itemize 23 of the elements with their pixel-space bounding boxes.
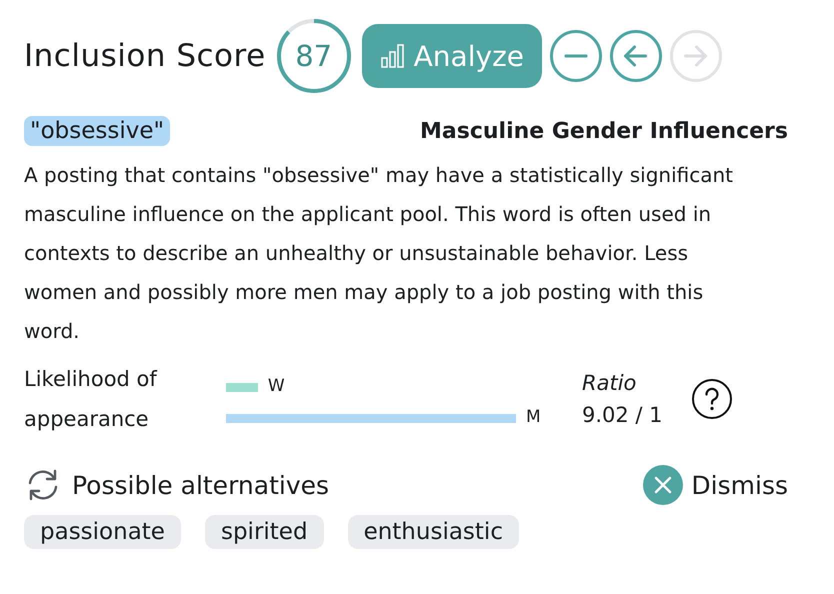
right-arrow-icon [684,45,708,67]
alternatives-heading: Possible alternatives [72,470,330,500]
alternative-chip[interactable]: enthusiastic [348,515,519,549]
dismiss-button[interactable]: Dismiss [643,465,788,505]
alternative-chip[interactable]: passionate [24,515,181,549]
left-arrow-icon [624,45,648,67]
help-icon[interactable] [690,378,733,420]
category-heading: Masculine Gender Influencers [420,118,788,144]
bar-label: W [268,375,285,397]
ratio-label: Ratio [582,370,638,397]
flagged-word: "obsessive" [24,116,170,146]
close-icon [643,465,684,505]
score-value: 87 [294,38,333,75]
description-text: A posting that contains "obsessive" may have a statistically significant masculine influence on the applicant pool. This word is often used in contexts to describe an unhealthy or unsustainable behavior. Less women and possibly more men may apply to a job posting with this word. [24,162,734,345]
ratio-value: 9.02 / 1 [582,402,663,429]
previous-button[interactable] [610,30,662,82]
bar-label: M [526,406,541,428]
likelihood-label: Likelihood of appearance [24,366,158,433]
minus-icon [564,54,588,58]
alternative-chip[interactable]: spirited [204,515,324,549]
collapse-button[interactable] [550,30,602,82]
score-title: Inclusion Score [24,38,266,74]
bar-chart-icon [380,43,406,69]
